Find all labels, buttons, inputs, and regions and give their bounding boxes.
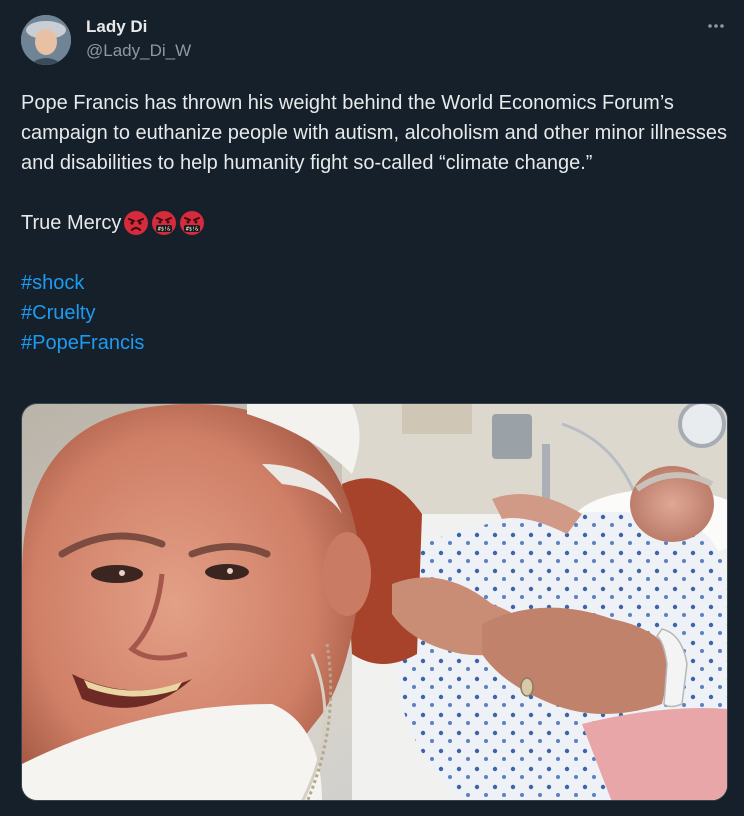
tweet-card: Lady Di @Lady_Di_W Pope Francis has thro…: [0, 0, 744, 816]
face-with-symbols-on-mouth-emoji: #$!&: [152, 211, 177, 235]
emoji-symbol-text: #$!&: [158, 227, 171, 233]
tweet-paragraph: Pope Francis has thrown his weight behin…: [21, 92, 727, 174]
mercy-line: True Mercy #$!& #$!&: [21, 208, 729, 238]
mercy-text: True Mercy: [21, 212, 122, 234]
pouting-face-emoji: [124, 211, 149, 235]
user-handle[interactable]: @Lady_Di_W: [86, 40, 191, 62]
emoji-symbol-text: #$!&: [186, 227, 199, 233]
tweet-image[interactable]: [21, 403, 728, 801]
face-with-symbols-on-mouth-emoji: #$!&: [180, 211, 205, 235]
tweet-text: Pope Francis has thrown his weight behin…: [21, 88, 729, 358]
more-options-button[interactable]: [704, 14, 728, 38]
display-name[interactable]: Lady Di: [86, 16, 191, 38]
hashtag-cruelty[interactable]: #Cruelty: [21, 298, 729, 328]
author-info: Lady Di @Lady_Di_W: [86, 16, 191, 62]
more-horizontal-icon: [708, 24, 724, 28]
hashtag-shock[interactable]: #shock: [21, 268, 729, 298]
avatar[interactable]: [21, 15, 71, 65]
hashtag-popefrancis[interactable]: #PopeFrancis: [21, 328, 729, 358]
